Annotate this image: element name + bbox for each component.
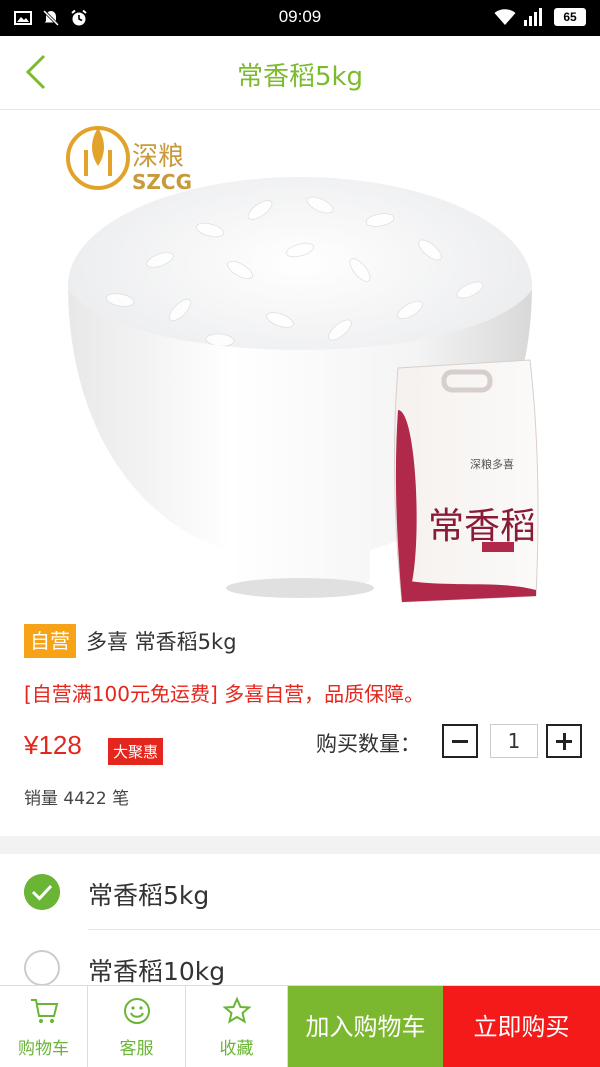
signal-icon xyxy=(524,8,542,26)
customer-service-button[interactable]: 客服 xyxy=(88,986,186,1067)
price: ¥128 xyxy=(24,730,82,760)
svg-text:深粮: 深粮 xyxy=(132,142,184,172)
smiley-icon xyxy=(123,998,150,1024)
section-divider xyxy=(0,836,600,854)
favorite-label: 收藏 xyxy=(219,1039,254,1059)
bottom-action-bar: 购物车 客服 收藏 加入购物车 立即购买 xyxy=(0,985,600,1067)
cart-label: 购物车 xyxy=(18,1039,69,1059)
product-title: 多喜 常香稻5kg xyxy=(86,630,237,654)
radio-unchecked-icon[interactable] xyxy=(24,950,60,986)
variant-label: 常香稻10kg xyxy=(88,957,226,986)
product-image[interactable]: 深粮 SZCG 深粮多喜 常香稻 xyxy=(0,110,600,620)
quantity-increase-button[interactable] xyxy=(546,724,582,758)
self-operated-badge: 自营 xyxy=(24,624,76,658)
favorite-button[interactable]: 收藏 xyxy=(186,986,288,1067)
brand-logo: 深粮 SZCG xyxy=(66,126,192,194)
nav-bar: 常香稻5kg xyxy=(0,36,600,110)
variant-option-5kg[interactable]: 常香稻5kg xyxy=(0,854,600,930)
add-to-cart-button[interactable]: 加入购物车 xyxy=(288,986,443,1067)
page-title: 常香稻5kg xyxy=(236,62,364,92)
deal-badge: 大聚惠 xyxy=(108,738,164,765)
promo-text: [自营满100元免运费] 多喜自营，品质保障。 xyxy=(24,682,425,706)
quantity-decrease-button[interactable] xyxy=(442,724,478,758)
cart-button[interactable]: 购物车 xyxy=(0,986,88,1067)
svg-text:深粮多喜: 深粮多喜 xyxy=(470,457,514,471)
checkmark-icon[interactable] xyxy=(24,874,60,910)
rice-bag-illustration: 深粮多喜 常香稻 xyxy=(394,359,539,603)
service-label: 客服 xyxy=(119,1039,154,1059)
status-bar: 09:09 65 xyxy=(0,0,600,36)
rice-bowl-illustration: 深粮 SZCG 深粮多喜 常香稻 xyxy=(66,126,539,603)
star-icon xyxy=(221,996,252,1024)
svg-text:常香稻: 常香稻 xyxy=(428,506,536,547)
battery-icon: 65 xyxy=(554,8,586,26)
svg-text:SZCG: SZCG xyxy=(132,170,192,194)
quantity-input[interactable]: 1 xyxy=(490,724,538,758)
buy-now-button[interactable]: 立即购买 xyxy=(443,986,600,1067)
quantity-label: 购买数量： xyxy=(316,732,421,756)
sales-count: 销量 4422 笔 xyxy=(24,789,130,809)
cart-icon xyxy=(30,999,58,1023)
variant-label: 常香稻5kg xyxy=(88,881,210,910)
wifi-icon xyxy=(494,9,516,25)
